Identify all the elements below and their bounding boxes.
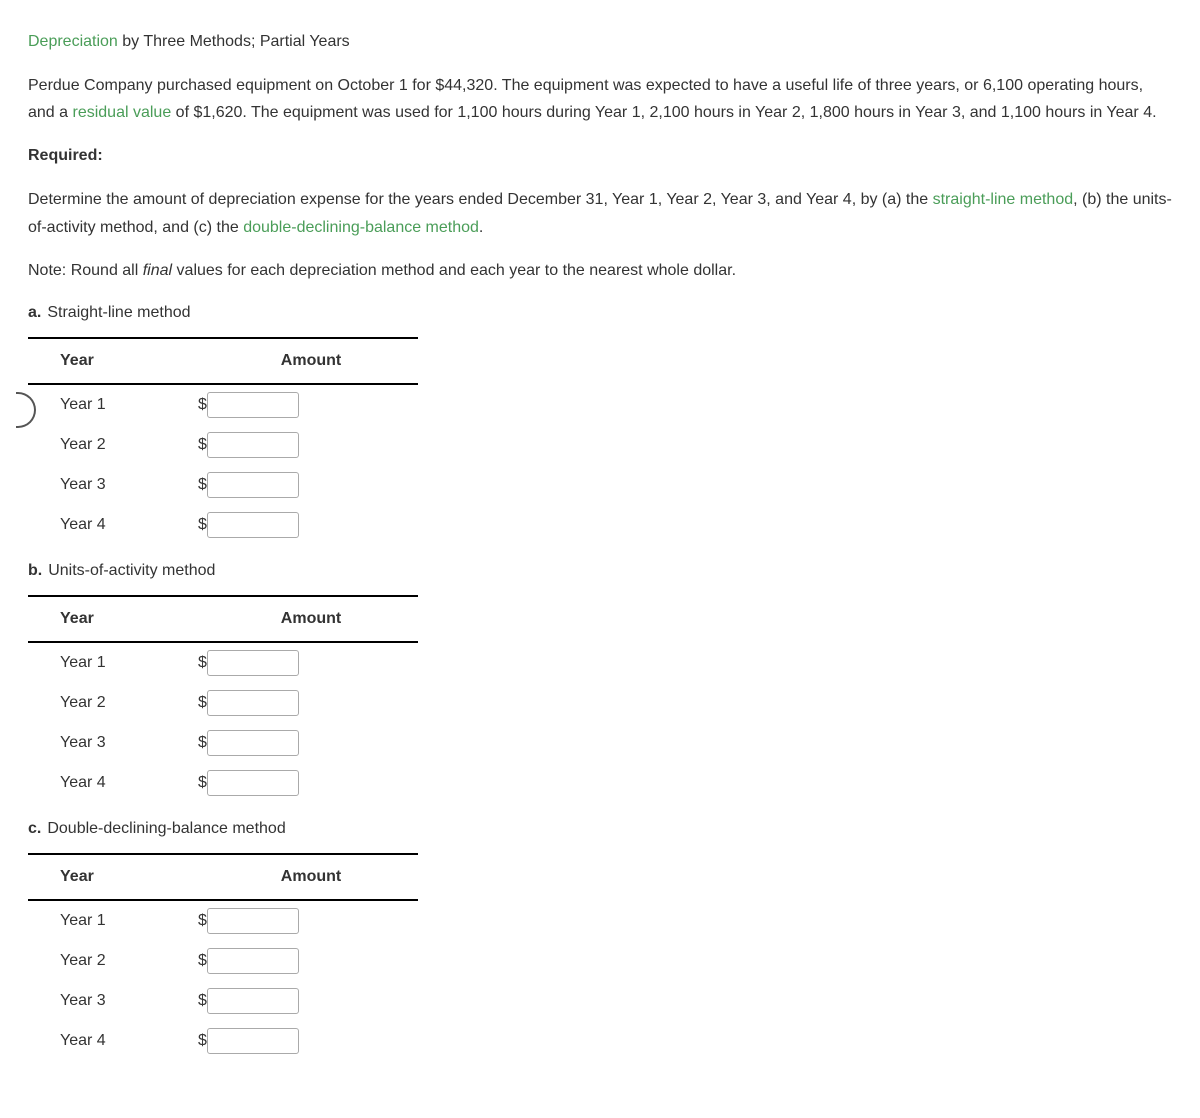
table-row: Year 1 $ (28, 384, 418, 425)
page-title: Depreciation by Three Methods; Partial Y… (28, 30, 1172, 54)
table-row: Year 3 $ (28, 981, 418, 1021)
year-label: Year 1 (28, 900, 198, 941)
amount-input-a-year1[interactable] (207, 392, 299, 418)
currency-symbol: $ (198, 731, 207, 755)
currency-symbol: $ (198, 513, 207, 537)
amount-cell: $ (198, 1021, 418, 1061)
currency-symbol: $ (198, 909, 207, 933)
col-header-amount: Amount (198, 596, 418, 642)
amount-cell: $ (198, 981, 418, 1021)
table-row: Year 4 $ (28, 1021, 418, 1061)
year-label: Year 2 (28, 941, 198, 981)
table-row: Year 1 $ (28, 642, 418, 683)
year-label: Year 3 (28, 465, 198, 505)
section-c-letter: c. (28, 820, 41, 837)
amount-cell: $ (198, 900, 418, 941)
table-row: Year 2 $ (28, 683, 418, 723)
intro-text-2: of $1,620. The equipment was used for 1,… (171, 104, 1156, 121)
section-b-letter: b. (28, 562, 42, 579)
page-content: Depreciation by Three Methods; Partial Y… (28, 30, 1172, 1061)
depreciation-link[interactable]: Depreciation (28, 33, 118, 50)
year-label: Year 3 (28, 723, 198, 763)
amount-cell: $ (198, 723, 418, 763)
currency-symbol: $ (198, 949, 207, 973)
note-text-1: Note: Round all (28, 262, 143, 279)
section-c-label: c. Double-declining-balance method (28, 817, 1172, 841)
col-header-year: Year (28, 338, 198, 384)
table-row: Year 3 $ (28, 723, 418, 763)
col-header-year: Year (28, 596, 198, 642)
currency-symbol: $ (198, 473, 207, 497)
amount-cell: $ (198, 642, 418, 683)
title-rest: by Three Methods; Partial Years (118, 33, 350, 50)
table-row: Year 2 $ (28, 425, 418, 465)
table-row: Year 2 $ (28, 941, 418, 981)
instr-text-1: Determine the amount of depreciation exp… (28, 191, 933, 208)
section-b-label: b. Units-of-activity method (28, 559, 1172, 583)
section-a-letter: a. (28, 304, 41, 321)
amount-cell: $ (198, 941, 418, 981)
year-label: Year 4 (28, 1021, 198, 1061)
section-c-text: Double-declining-balance method (47, 820, 285, 837)
amount-cell: $ (198, 683, 418, 723)
year-label: Year 2 (28, 683, 198, 723)
required-heading: Required: (28, 144, 1172, 168)
currency-symbol: $ (198, 771, 207, 795)
currency-symbol: $ (198, 651, 207, 675)
amount-cell: $ (198, 505, 418, 545)
currency-symbol: $ (198, 989, 207, 1013)
currency-symbol: $ (198, 433, 207, 457)
amount-input-c-year2[interactable] (207, 948, 299, 974)
year-label: Year 3 (28, 981, 198, 1021)
year-label: Year 4 (28, 763, 198, 803)
section-a-text: Straight-line method (47, 304, 190, 321)
amount-input-b-year1[interactable] (207, 650, 299, 676)
note-paragraph: Note: Round all final values for each de… (28, 259, 1172, 283)
currency-symbol: $ (198, 393, 207, 417)
currency-symbol: $ (198, 1029, 207, 1053)
amount-input-c-year1[interactable] (207, 908, 299, 934)
table-straight-line: Year Amount Year 1 $ Year 2 $ Year 3 $ Y… (28, 337, 418, 545)
intro-paragraph: Perdue Company purchased equipment on Oc… (28, 72, 1172, 126)
amount-input-a-year2[interactable] (207, 432, 299, 458)
year-label: Year 1 (28, 384, 198, 425)
table-row: Year 4 $ (28, 505, 418, 545)
amount-input-a-year4[interactable] (207, 512, 299, 538)
table-row: Year 1 $ (28, 900, 418, 941)
amount-input-c-year3[interactable] (207, 988, 299, 1014)
amount-input-b-year4[interactable] (207, 770, 299, 796)
year-label: Year 2 (28, 425, 198, 465)
col-header-amount: Amount (198, 854, 418, 900)
year-label: Year 4 (28, 505, 198, 545)
residual-value-link[interactable]: residual value (72, 104, 171, 121)
table-units-activity: Year Amount Year 1 $ Year 2 $ Year 3 $ Y… (28, 595, 418, 803)
year-label: Year 1 (28, 642, 198, 683)
instruction-paragraph: Determine the amount of depreciation exp… (28, 186, 1172, 240)
currency-symbol: $ (198, 691, 207, 715)
amount-cell: $ (198, 425, 418, 465)
note-text-2: values for each depreciation method and … (172, 262, 736, 279)
ddb-link[interactable]: double-declining-balance method (243, 219, 479, 236)
col-header-amount: Amount (198, 338, 418, 384)
amount-input-a-year3[interactable] (207, 472, 299, 498)
instr-text-3: . (479, 219, 483, 236)
table-row: Year 3 $ (28, 465, 418, 505)
note-ital: final (143, 262, 172, 279)
section-b-text: Units-of-activity method (48, 562, 215, 579)
amount-cell: $ (198, 384, 418, 425)
amount-cell: $ (198, 465, 418, 505)
table-ddb: Year Amount Year 1 $ Year 2 $ Year 3 $ Y… (28, 853, 418, 1061)
amount-input-b-year3[interactable] (207, 730, 299, 756)
table-row: Year 4 $ (28, 763, 418, 803)
straight-line-link[interactable]: straight-line method (933, 191, 1074, 208)
amount-input-c-year4[interactable] (207, 1028, 299, 1054)
section-a-label: a. Straight-line method (28, 301, 1172, 325)
amount-cell: $ (198, 763, 418, 803)
col-header-year: Year (28, 854, 198, 900)
amount-input-b-year2[interactable] (207, 690, 299, 716)
